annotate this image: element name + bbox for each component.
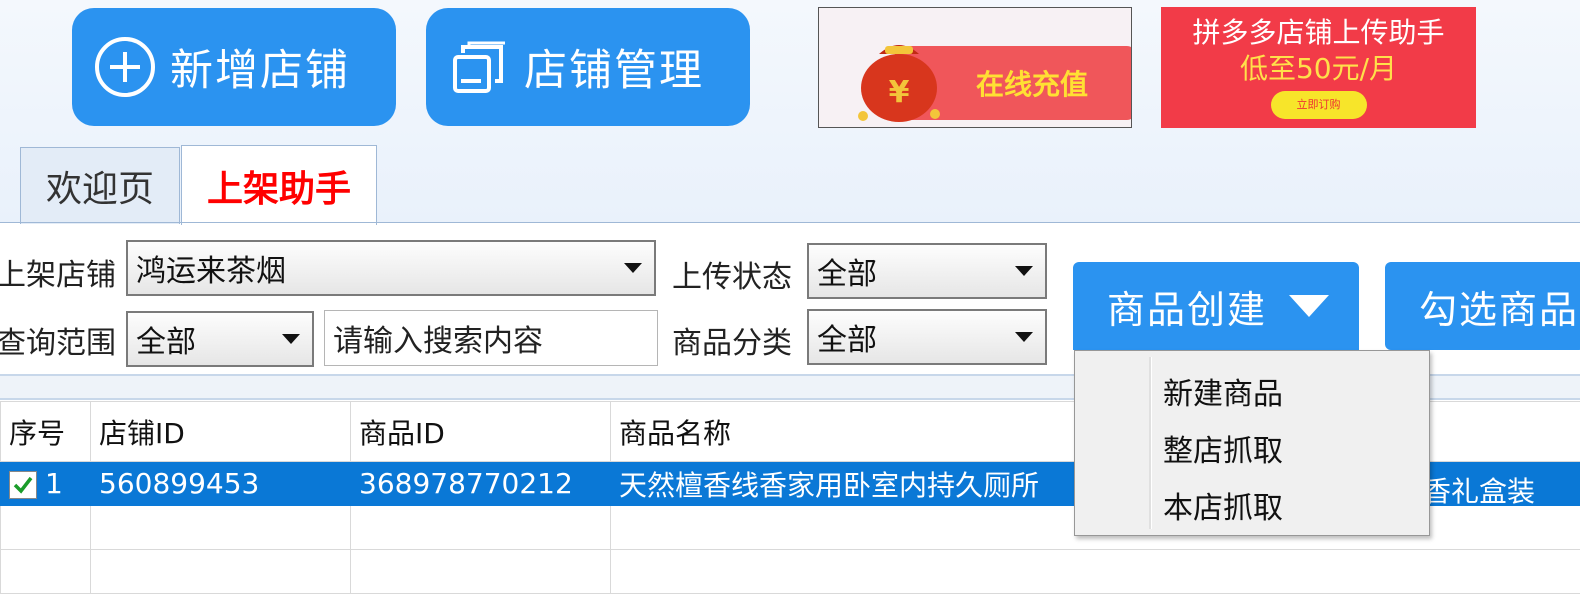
select-products-label: 勾选商品: [1419, 279, 1579, 334]
upload-status-value: 全部: [817, 249, 877, 293]
empty-cell: [351, 550, 611, 594]
manage-store-button[interactable]: 店铺管理: [426, 8, 750, 126]
store-select[interactable]: 鸿运来茶烟: [126, 240, 656, 296]
category-select[interactable]: 全部: [807, 309, 1047, 365]
manage-store-label: 店铺管理: [524, 36, 704, 98]
money-bag-icon: ¥: [849, 16, 949, 126]
empty-cell: [91, 550, 351, 594]
product-create-dropdown-menu: 新建商品 整店抓取 本店抓取: [1074, 350, 1430, 536]
upload-status-select[interactable]: 全部: [807, 243, 1047, 299]
plus-circle-icon: [90, 32, 160, 102]
checkmark-icon: [11, 473, 35, 497]
chevron-down-icon: [1015, 332, 1033, 342]
product-name-tail: 香礼盒装: [1423, 470, 1535, 506]
pdd-upload-ad-banner[interactable]: 拼多多店铺上传助手 低至50元/月 立即订购: [1161, 7, 1476, 128]
product-create-button[interactable]: 商品创建: [1073, 262, 1359, 350]
row-index-cell[interactable]: 1: [1, 462, 91, 506]
query-range-label: 查询范围: [0, 318, 116, 362]
store-id-cell: 560899453: [91, 462, 351, 506]
caret-down-icon: [1289, 295, 1329, 317]
product-create-label: 商品创建: [1107, 279, 1267, 334]
copy-windows-icon: [444, 32, 514, 102]
pdd-ad-title: 拼多多店铺上传助手: [1161, 15, 1476, 51]
store-label: 上架店铺: [0, 250, 116, 294]
search-input[interactable]: 请输入搜索内容: [324, 310, 658, 366]
chevron-down-icon: [282, 334, 300, 344]
column-header[interactable]: 商品ID: [351, 402, 611, 462]
empty-cell: [91, 506, 351, 550]
tab-listing-assistant[interactable]: 上架助手: [181, 145, 377, 225]
row-index: 1: [45, 467, 63, 500]
add-store-label: 新增店铺: [170, 36, 350, 98]
empty-cell: [1, 550, 91, 594]
table-row: [1, 550, 1580, 594]
tab-welcome[interactable]: 欢迎页: [20, 147, 180, 224]
empty-cell: [611, 550, 1580, 594]
column-header[interactable]: 序号: [1, 402, 91, 462]
pdd-ad-price: 低至50元/月: [1161, 51, 1476, 87]
query-range-select[interactable]: 全部: [126, 311, 314, 367]
menu-item-this-store-fetch[interactable]: 本店抓取: [1163, 483, 1283, 527]
category-value: 全部: [817, 315, 877, 359]
chevron-down-icon: [1015, 266, 1033, 276]
pdd-ad-order-button[interactable]: 立即订购: [1271, 91, 1367, 119]
product-name: 天然檀香线香家用卧室内持久厕所: [619, 469, 1039, 502]
product-id-cell: 368978770212: [351, 462, 611, 506]
chevron-down-icon: [624, 263, 642, 273]
menu-item-new-product[interactable]: 新建商品: [1163, 369, 1283, 413]
empty-cell: [1, 506, 91, 550]
empty-cell: [351, 506, 611, 550]
store-select-value: 鸿运来茶烟: [136, 246, 286, 290]
category-label: 商品分类: [672, 318, 792, 362]
menu-item-whole-store-fetch[interactable]: 整店抓取: [1163, 426, 1283, 470]
select-products-button[interactable]: 勾选商品: [1385, 262, 1580, 350]
tab-divider: [0, 222, 1580, 223]
menu-icon-gutter: [1149, 357, 1152, 529]
svg-text:¥: ¥: [889, 75, 910, 110]
row-checkbox[interactable]: [9, 471, 37, 499]
query-range-value: 全部: [136, 317, 196, 361]
upload-status-label: 上传状态: [672, 252, 792, 296]
add-store-button[interactable]: 新增店铺: [72, 8, 396, 126]
search-placeholder: 请输入搜索内容: [333, 316, 543, 360]
column-header[interactable]: 店铺ID: [91, 402, 351, 462]
recharge-ad-banner[interactable]: 在线充值 ¥: [818, 7, 1132, 128]
